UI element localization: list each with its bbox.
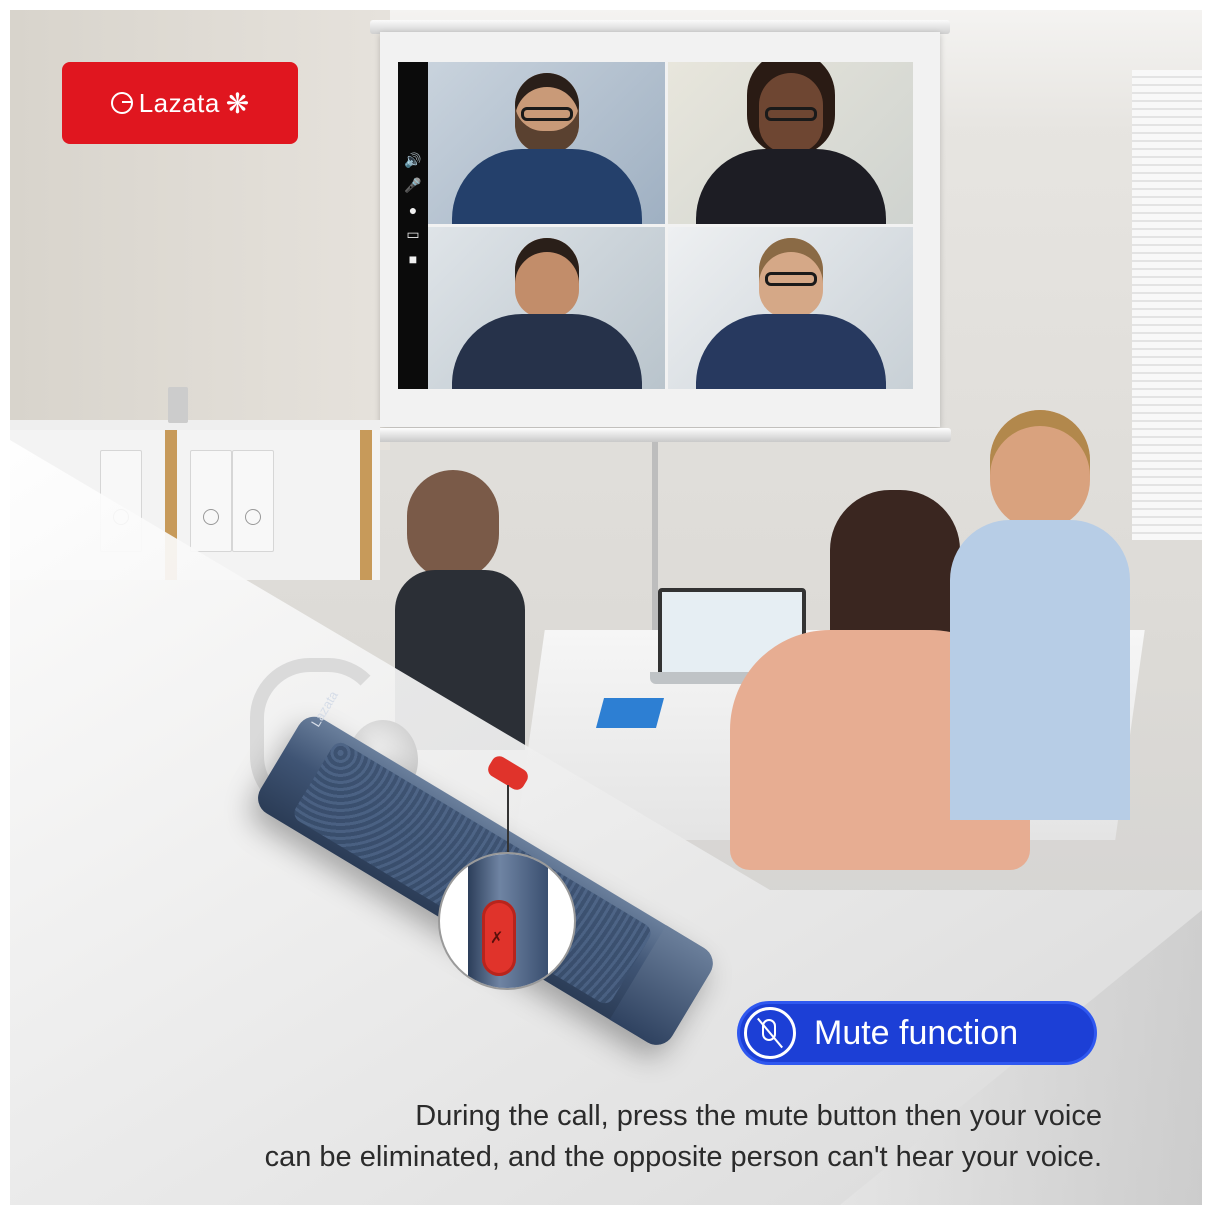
brand-badge: Lazata ❋ bbox=[62, 62, 298, 144]
feature-description: During the call, press the mute button t… bbox=[102, 1096, 1102, 1178]
description-line-2: can be eliminated, and the opposite pers… bbox=[264, 1141, 1102, 1173]
description-line-1: During the call, press the mute button t… bbox=[415, 1100, 1102, 1132]
brand-logo-icon bbox=[110, 92, 133, 114]
feature-title: Mute function bbox=[814, 1013, 1019, 1052]
brand-name: Lazata bbox=[138, 87, 220, 118]
product-image: 🔊 🎤 ● ▭ ■ Lazata ❋ Lazata ✗ Mute functio… bbox=[10, 10, 1202, 1205]
mute-button-zoom: ✗ bbox=[438, 852, 576, 990]
callout-line bbox=[507, 785, 509, 855]
feature-badge: Mute function bbox=[740, 1004, 1094, 1062]
mic-off-icon bbox=[744, 1007, 796, 1059]
mic-off-icon: ✗ bbox=[490, 930, 504, 947]
mute-button-closeup: ✗ bbox=[482, 900, 516, 976]
sparkle-icon: ❋ bbox=[225, 87, 250, 119]
